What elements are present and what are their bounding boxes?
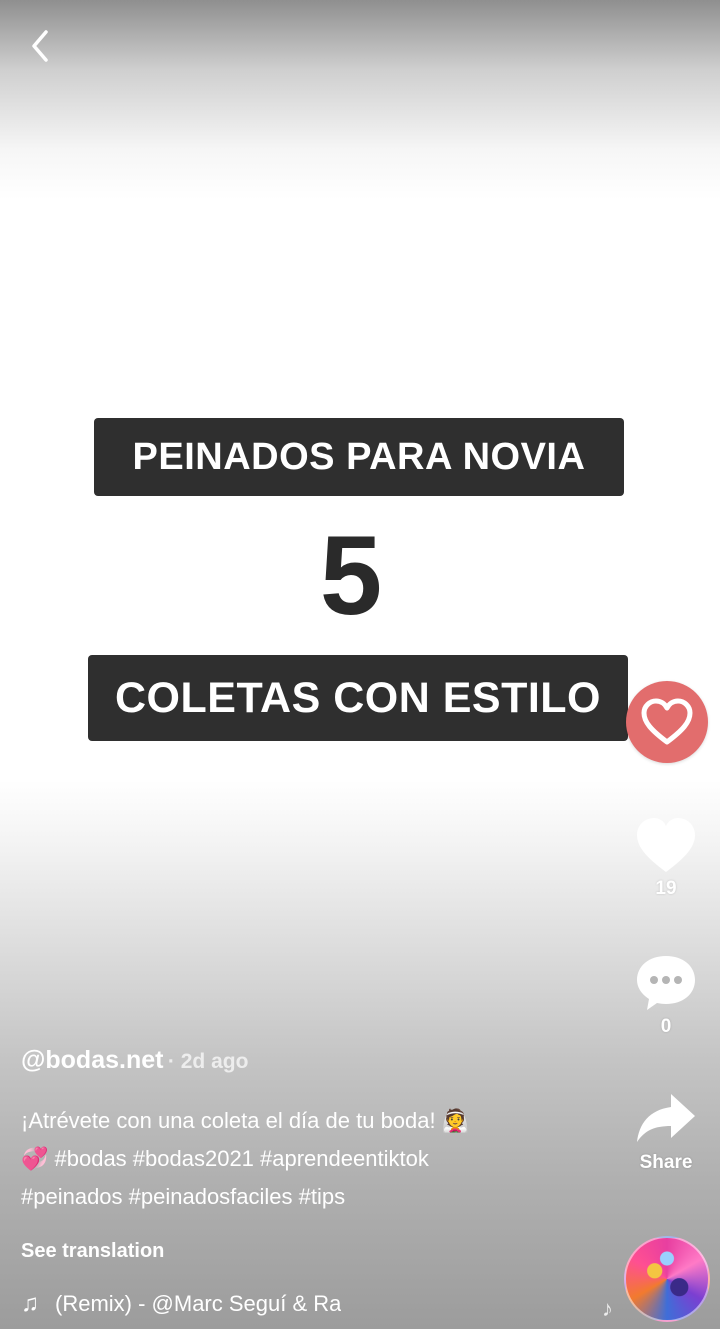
comment-bubble-icon xyxy=(637,956,695,1010)
music-info[interactable]: ♫ (Remix) - @Marc Seguí & Ra xyxy=(21,1288,376,1320)
caption-line-1: ¡Atrévete con una coleta el día de tu bo… xyxy=(21,1108,470,1133)
caption-hashtags-1[interactable]: 💞 #bodas #bodas2021 #aprendeentiktok xyxy=(21,1140,611,1178)
music-title: (Remix) - @Marc Seguí & Ra xyxy=(55,1291,342,1316)
heart-icon[interactable] xyxy=(626,681,708,763)
share-label: Share xyxy=(639,1152,693,1173)
post-time: · 2d ago xyxy=(167,1050,249,1073)
music-disc-icon[interactable] xyxy=(624,1236,710,1322)
username[interactable]: @bodas.net xyxy=(21,1046,163,1074)
like-count: 19 xyxy=(655,878,677,899)
comment-count: 0 xyxy=(660,1016,672,1037)
like-heart-icon xyxy=(637,818,695,872)
author-line: @bodas.net · 2d ago xyxy=(21,1046,248,1075)
share-arrow-icon xyxy=(637,1094,695,1142)
video-subtitle-banner: COLETAS CON ESTILO xyxy=(88,655,628,741)
share-button[interactable]: Share xyxy=(628,1090,704,1174)
back-chevron-icon[interactable] xyxy=(24,26,60,66)
floating-music-note-icon: ♪ xyxy=(602,1296,613,1321)
like-button[interactable]: 19 xyxy=(628,814,704,900)
caption-hashtags-2[interactable]: #peinados #peinadosfaciles #tips xyxy=(21,1178,611,1216)
music-note-icon: ♫ xyxy=(21,1290,39,1317)
comment-button[interactable]: 0 xyxy=(628,952,704,1038)
video-title-banner: PEINADOS PARA NOVIA xyxy=(94,418,624,496)
video-number: 5 xyxy=(319,513,383,638)
see-translation-link[interactable]: See translation xyxy=(21,1240,164,1263)
caption: ¡Atrévete con una coleta el día de tu bo… xyxy=(21,1102,611,1216)
